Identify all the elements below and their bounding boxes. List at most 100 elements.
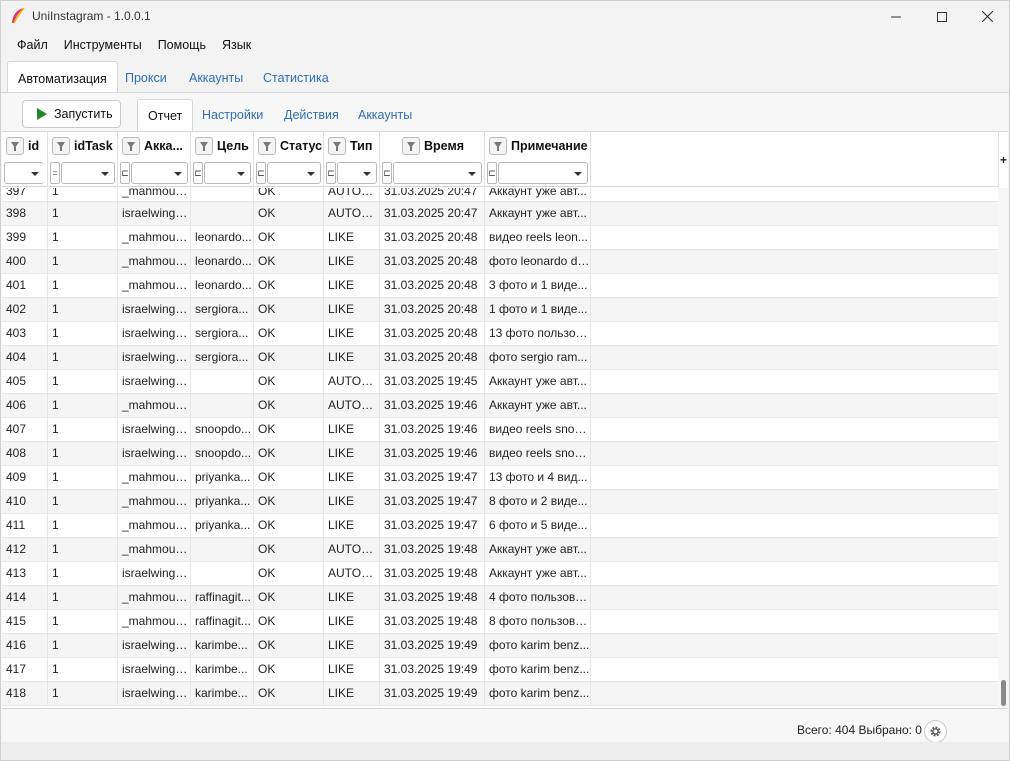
cell-type: LIKE <box>324 442 380 466</box>
filter-operator[interactable]: ⊏ <box>193 162 203 184</box>
table-row[interactable]: 415 1 _mahmoud... raffinagit... OK LIKE 31.03.… <box>2 610 998 634</box>
table-row[interactable]: 414 1 _mahmoud... raffinagit... OK LIKE 31.03.… <box>2 586 998 610</box>
column-title: idTask <box>74 138 113 153</box>
filter-operator[interactable]: ⊏ <box>120 162 130 184</box>
cell-time: 31.03.2025 19:45 <box>380 370 485 394</box>
table-row[interactable]: 401 1 _mahmoud... leonardo... OK LIKE 31.03.20… <box>2 274 998 298</box>
subtab-settings[interactable]: Настройки <box>192 99 273 131</box>
table-row[interactable]: 400 1 _mahmoud... leonardo... OK LIKE 31.03.20… <box>2 250 998 274</box>
filter-combo-type[interactable] <box>337 162 377 184</box>
subtab-report[interactable]: Отчет <box>137 99 194 131</box>
filter-operator[interactable]: ⊏ <box>256 162 266 184</box>
subtab-actions[interactable]: Действия <box>274 99 349 131</box>
cell-type: LIKE <box>324 274 380 298</box>
menu-file[interactable]: Файл <box>9 33 56 57</box>
table-row[interactable]: 405 1 israelwingz... OK AUTO_L... 31.03.2025 … <box>2 370 998 394</box>
cell-status: OK <box>254 634 324 658</box>
column-header-type[interactable]: Тип <box>324 132 380 159</box>
table-row[interactable]: 406 1 _mahmoud... OK AUTO_L... 31.03.2025 19:… <box>2 394 998 418</box>
add-column-button[interactable]: + <box>998 132 1008 187</box>
filter-funnel-icon[interactable] <box>402 136 420 155</box>
filter-operator[interactable]: ⊏ <box>382 162 392 184</box>
column-header-note[interactable]: Примечание <box>485 132 591 159</box>
table-row[interactable]: 418 1 israelwingz... karimbe... OK LIKE 31.03.… <box>2 682 998 706</box>
table-row[interactable]: 412 1 _mahmoud... OK AUTO_L... 31.03.2025 19:… <box>2 538 998 562</box>
filter-cell-id <box>2 159 48 187</box>
cell-idtask: 1 <box>48 682 118 706</box>
column-header-time[interactable]: Время <box>380 132 485 159</box>
tab-automation[interactable]: Автоматизация <box>7 61 118 93</box>
filter-combo-status[interactable] <box>267 162 321 184</box>
column-header-status[interactable]: Статус <box>254 132 324 159</box>
filter-combo-note[interactable] <box>498 162 588 184</box>
cell-idtask: 1 <box>48 274 118 298</box>
cell-id: 418 <box>2 682 48 706</box>
tab-statistics[interactable]: Статистика <box>253 61 339 93</box>
table-row[interactable]: 398 1 israelwingz... OK AUTO_L... 31.03.2025 … <box>2 202 998 226</box>
run-button[interactable]: Запустить <box>22 100 121 128</box>
table-row[interactable]: 410 1 _mahmoud... priyanka... OK LIKE 31.03.20… <box>2 490 998 514</box>
settings-button[interactable] <box>924 720 947 743</box>
cell-id: 414 <box>2 586 48 610</box>
cell-account: _mahmoud... <box>118 538 191 562</box>
menu-language[interactable]: Язык <box>214 33 259 57</box>
filter-input-id[interactable] <box>4 162 44 184</box>
play-icon <box>37 108 47 120</box>
cell-account: _mahmoud... <box>118 250 191 274</box>
vertical-scrollbar[interactable] <box>998 188 1008 708</box>
table-row[interactable]: 407 1 israelwingz... snoopdo... OK LIKE 31.03.… <box>2 418 998 442</box>
filter-operator[interactable]: ⊏ <box>326 162 336 184</box>
cell-target: sergiora... <box>191 298 254 322</box>
gear-icon <box>930 726 941 737</box>
filter-funnel-icon[interactable] <box>328 136 346 155</box>
table-row[interactable]: 402 1 israelwingz... sergiora... OK LIKE 31.03… <box>2 298 998 322</box>
filter-funnel-icon[interactable] <box>6 136 24 155</box>
menu-tools[interactable]: Инструменты <box>56 33 150 57</box>
cell-id: 399 <box>2 226 48 250</box>
filter-combo-account[interactable] <box>131 162 188 184</box>
table-row[interactable]: 399 1 _mahmoud... leonardo... OK LIKE 31.03.20… <box>2 226 998 250</box>
cell-status: OK <box>254 562 324 586</box>
scrollbar-thumb[interactable] <box>1001 680 1006 706</box>
window-title: UniInstagram - 1.0.0.1 <box>32 9 151 23</box>
filter-combo-target[interactable] <box>204 162 251 184</box>
filter-cell-time: ⊏ <box>380 159 485 187</box>
table-row[interactable]: 408 1 israelwingz... snoopdo... OK LIKE 31.03.… <box>2 442 998 466</box>
table-row[interactable]: 404 1 israelwingz... sergiora... OK LIKE 31.03… <box>2 346 998 370</box>
cell-id: 413 <box>2 562 48 586</box>
filter-funnel-icon[interactable] <box>489 136 507 155</box>
column-title: Цель <box>217 138 249 153</box>
column-header-id[interactable]: id <box>2 132 48 159</box>
minimize-button[interactable] <box>873 1 919 32</box>
filter-funnel-icon[interactable] <box>52 136 70 155</box>
table-row[interactable]: 411 1 _mahmoud... priyanka... OK LIKE 31.03.20… <box>2 514 998 538</box>
column-header-target[interactable]: Цель <box>191 132 254 159</box>
table-row[interactable]: 416 1 israelwingz... karimbe... OK LIKE 31.03.… <box>2 634 998 658</box>
cell-id: 416 <box>2 634 48 658</box>
subtab-accounts[interactable]: Аккаунты <box>348 99 422 131</box>
filter-operator[interactable]: ⊏ <box>487 162 497 184</box>
cell-idtask: 1 <box>48 586 118 610</box>
filter-funnel-icon[interactable] <box>122 136 140 155</box>
cell-target: raffinagit... <box>191 610 254 634</box>
tab-proxy[interactable]: Прокси <box>115 61 177 93</box>
table-row[interactable]: 417 1 israelwingz... karimbe... OK LIKE 31.03.… <box>2 658 998 682</box>
filter-funnel-icon[interactable] <box>195 136 213 155</box>
table-row[interactable]: 403 1 israelwingz... sergiora... OK LIKE 31.03… <box>2 322 998 346</box>
tab-accounts[interactable]: Аккаунты <box>179 61 253 93</box>
filter-combo-time[interactable] <box>393 162 482 184</box>
column-header-account[interactable]: Акка... <box>118 132 191 159</box>
cell-note: видео reels snoo... <box>485 418 591 442</box>
filter-funnel-icon[interactable] <box>258 136 276 155</box>
filter-combo-idtask[interactable] <box>61 162 115 184</box>
table-row[interactable]: 409 1 _mahmoud... priyanka... OK LIKE 31.03.20… <box>2 466 998 490</box>
menu-help[interactable]: Помощь <box>150 33 214 57</box>
filter-operator[interactable]: = <box>50 162 60 184</box>
cell-type: LIKE <box>324 322 380 346</box>
table-row[interactable]: 397 1 _mahmoud... OK AUTO_L... 31.03.2025 20:… <box>2 188 998 202</box>
table-row[interactable]: 413 1 israelwingz... OK AUTO_L... 31.03.2025 … <box>2 562 998 586</box>
maximize-button[interactable] <box>919 1 965 32</box>
cell-idtask: 1 <box>48 466 118 490</box>
column-header-idtask[interactable]: idTask <box>48 132 118 159</box>
close-button[interactable] <box>964 1 1010 32</box>
